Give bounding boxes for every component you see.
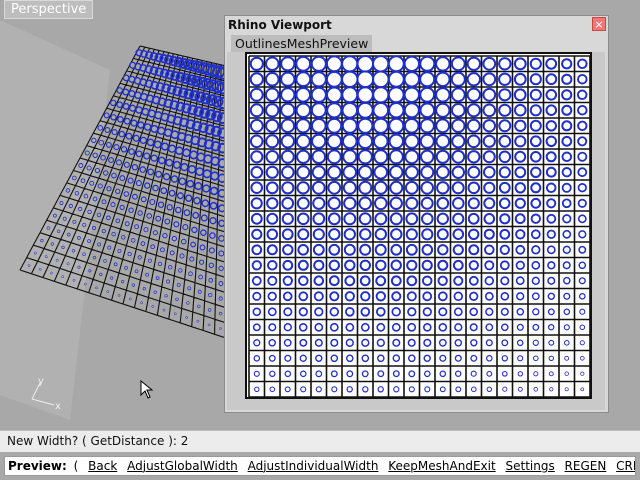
mesh-preview-canvas[interactable] [245,52,592,399]
option-settings[interactable]: Settings [506,459,555,473]
close-icon[interactable]: × [592,17,606,31]
axis-y-label: y [38,376,44,387]
command-line[interactable]: Preview: ( Back AdjustGlobalWidth Adjust… [4,456,636,476]
preview-area [227,52,605,410]
rhino-viewport-window[interactable]: Rhino Viewport × OutlinesMeshPreview [224,15,609,413]
option-create[interactable]: CREATE [616,459,635,473]
option-back[interactable]: Back [88,459,117,473]
option-regen[interactable]: REGEN [565,459,607,473]
axis-x-label: x [55,401,61,411]
tab-outlines-mesh-preview[interactable]: OutlinesMeshPreview [231,35,373,52]
command-history: New Width? ( GetDistance ): 2 [0,430,640,452]
option-adjust-individual-width[interactable]: AdjustIndividualWidth [248,459,379,473]
option-adjust-global-width[interactable]: AdjustGlobalWidth [127,459,238,473]
option-keep-mesh-and-exit[interactable]: KeepMeshAndExit [388,459,495,473]
window-title[interactable]: Rhino Viewport [225,16,608,34]
mesh-preview-drawing [248,55,590,397]
viewport-title[interactable]: Perspective [4,0,94,19]
open-paren: ( [73,459,79,473]
command-prompt: Preview: [8,459,67,473]
mouse-pointer-icon [140,380,154,399]
axis-indicator-icon: x y [31,376,61,411]
status-text: New Width? ( GetDistance ): 2 [7,434,189,448]
